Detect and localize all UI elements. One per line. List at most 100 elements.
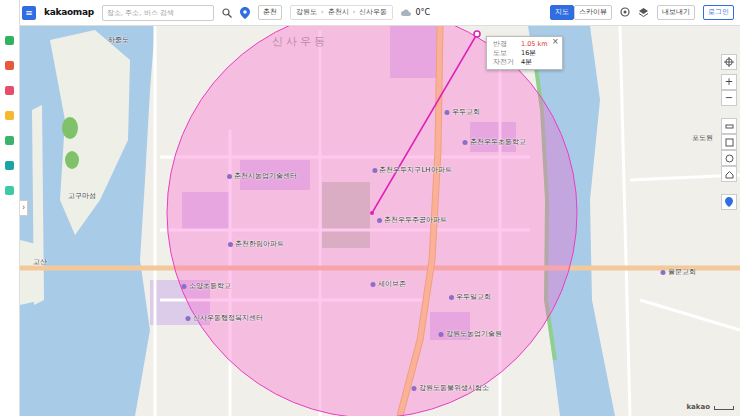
locate-button[interactable] <box>721 54 737 70</box>
map-label-text: 세이브존 <box>378 280 406 288</box>
scale-bar <box>714 406 734 410</box>
poi-icon <box>449 295 454 300</box>
map-label-text: 소양초등학교 <box>189 282 231 290</box>
pin-icon[interactable] <box>725 197 733 207</box>
radius-end <box>474 31 480 37</box>
breadcrumb-item[interactable]: 강원도 <box>296 7 317 18</box>
map-label-text: 춘천우두초등학교 <box>470 138 526 146</box>
tool-button[interactable] <box>721 118 737 134</box>
measure-label: 반경 <box>493 40 517 49</box>
breadcrumb-separator: › <box>321 7 324 18</box>
sidebar-item[interactable] <box>5 161 14 170</box>
measure-value: 4분 <box>521 58 532 67</box>
poi-icon <box>186 316 191 321</box>
map-label[interactable]: 포도원 <box>692 134 713 142</box>
layers-icon[interactable] <box>638 7 649 18</box>
map-label-text: 강원도동물위생시험소 <box>419 384 489 392</box>
radius-line <box>372 34 477 213</box>
map-label[interactable]: 우두일교회 <box>449 293 491 301</box>
zoom-out-button[interactable]: − <box>721 90 737 106</box>
poi-icon <box>463 140 468 145</box>
river <box>20 26 155 416</box>
poi-icon <box>377 218 382 223</box>
island <box>50 30 130 235</box>
temperature: 0°C <box>415 7 430 19</box>
map-canvas[interactable]: 신사우동 하중도고구마섬고산 우두교회춘천우두초등학교춘천우두지구LH아파트춘천우두… <box>20 26 740 416</box>
map-label[interactable]: 강원도동물위생시험소 <box>412 384 489 392</box>
map-type-button[interactable]: 지도 <box>550 5 574 20</box>
field <box>62 117 78 139</box>
island <box>20 240 42 305</box>
region-button[interactable]: 춘천 <box>258 5 282 20</box>
close-button[interactable]: × <box>552 38 559 46</box>
logo[interactable]: kakaomap <box>44 6 94 20</box>
breadcrumb: 강원도›춘천시›신사우동 <box>290 5 394 20</box>
home-icon[interactable] <box>725 170 734 179</box>
road-view-icon[interactable] <box>620 7 630 19</box>
map-label[interactable]: 우두교회 <box>445 108 480 116</box>
road <box>640 300 740 330</box>
sidebar-item[interactable] <box>5 111 14 120</box>
map-label[interactable]: 춘천우두초등학교 <box>463 138 526 146</box>
search-icon[interactable] <box>222 8 232 18</box>
poi-icon <box>439 332 444 337</box>
map-type-button[interactable]: 스카이뷰 <box>574 5 612 20</box>
sidebar-item[interactable] <box>5 86 14 95</box>
brand-logo: kakao <box>686 402 710 413</box>
ruler-icon[interactable] <box>725 122 734 131</box>
measure-row: 도보16분 <box>493 49 548 58</box>
field <box>65 151 79 169</box>
map-label[interactable]: 춘천우두지구LH아파트 <box>372 166 451 174</box>
map-label-text: 하중도 <box>108 36 129 44</box>
map-label[interactable]: 신사우동행정복지센터 <box>186 314 263 322</box>
map-type-toggle: 지도스카이뷰 <box>550 5 612 20</box>
map-label-text: 율문교회 <box>668 268 696 276</box>
map-label-text: 우두일교회 <box>456 293 491 301</box>
breadcrumb-item[interactable]: 신사우동 <box>359 7 387 18</box>
panel-toggle[interactable]: › <box>20 200 28 216</box>
map-label[interactable]: 율문교회 <box>661 268 696 276</box>
measure-label: 자전거 <box>493 58 517 67</box>
location-pin-icon[interactable] <box>240 7 250 19</box>
map-label[interactable]: 고구마섬 <box>68 192 96 200</box>
radius-circle <box>167 26 577 416</box>
sidebar-item[interactable] <box>5 61 14 70</box>
breadcrumb-item[interactable]: 춘천시 <box>328 7 349 18</box>
poi-icon <box>445 110 450 115</box>
map-label[interactable]: 춘천우두주공아파트 <box>377 216 447 224</box>
tool-button[interactable] <box>721 166 737 182</box>
cloud-icon[interactable] <box>401 9 411 16</box>
map-label[interactable]: 하중도 <box>108 36 129 44</box>
map-label-text: 고산 <box>33 258 47 266</box>
app: ≡kakaomap춘천강원도›춘천시›신사우동0°C지도스카이뷰내보내기로그인신… <box>0 0 740 416</box>
area-icon[interactable] <box>725 138 734 147</box>
tool-button[interactable] <box>721 134 737 150</box>
menu-button[interactable]: ≡ <box>22 6 36 20</box>
map-label[interactable]: 춘천시농업기술센터 <box>227 172 297 180</box>
poi-icon <box>412 386 417 391</box>
poi-icon <box>182 284 187 289</box>
login-button[interactable]: 로그인 <box>703 5 734 20</box>
map-label[interactable]: 춘천한림아파트 <box>228 240 284 248</box>
sidebar-item[interactable] <box>5 186 14 195</box>
side-menu <box>0 0 20 416</box>
target-icon[interactable] <box>724 57 734 67</box>
sidebar-item[interactable] <box>5 36 14 45</box>
sidebar-item[interactable] <box>5 136 14 145</box>
map-label[interactable]: 신사우동 <box>272 36 328 49</box>
measure-value: 1.05 km <box>521 40 548 49</box>
top-bar: ≡kakaomap춘천강원도›춘천시›신사우동0°C지도스카이뷰내보내기로그인 <box>20 0 740 26</box>
map-label[interactable]: 소양초등학교 <box>182 282 231 290</box>
search-input[interactable] <box>102 5 214 21</box>
map-label[interactable]: 강원도농업기술원 <box>439 330 502 338</box>
map-label-text: 포도원 <box>692 134 713 142</box>
map-label[interactable]: 세이브존 <box>371 280 406 288</box>
zoom-in-button[interactable]: + <box>721 74 737 90</box>
map-label[interactable]: 고산 <box>33 258 47 266</box>
export-button[interactable]: 내보내기 <box>657 5 695 20</box>
place-button[interactable] <box>721 194 737 210</box>
map-label-text: 고구마섬 <box>68 192 96 200</box>
map-label-text: 춘천시농업기술센터 <box>234 172 297 180</box>
tool-button[interactable] <box>721 150 737 166</box>
radius-icon[interactable] <box>725 154 734 163</box>
